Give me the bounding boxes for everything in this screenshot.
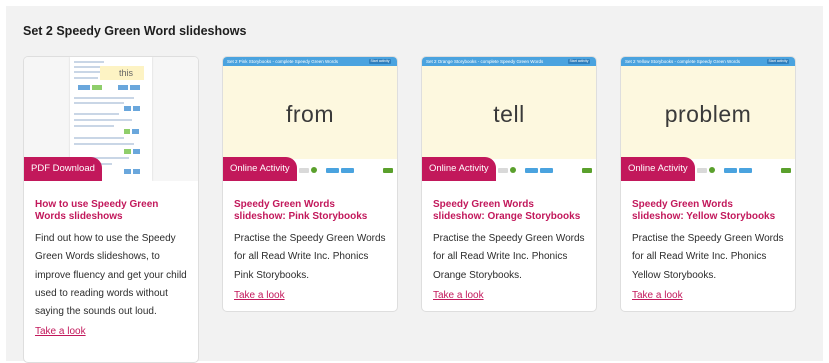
take-a-look-link[interactable]: Take a look	[234, 288, 285, 304]
take-a-look-link[interactable]: Take a look	[632, 288, 683, 304]
card-description: Find out how to use the Speedy Green Wor…	[35, 233, 187, 318]
card-yellow-storybooks[interactable]: Set 2 Yellow Storybooks - complete Speed…	[620, 56, 796, 312]
card-orange-storybooks[interactable]: Set 2 Orange Storybooks - complete Speed…	[421, 56, 597, 312]
card-title[interactable]: Speedy Green Words slideshow: Yellow Sto…	[632, 199, 785, 222]
online-activity-badge: Online Activity	[223, 157, 297, 181]
card-description: Practise the Speedy Green Words for all …	[632, 233, 784, 281]
card-title[interactable]: How to use Speedy Green Words slideshows	[35, 199, 188, 222]
card-pink-storybooks[interactable]: Set 2 Pink Storybooks - complete Speedy …	[222, 56, 398, 312]
card-description: Practise the Speedy Green Words for all …	[433, 233, 585, 281]
slide-word: problem	[664, 101, 752, 127]
card-title[interactable]: Speedy Green Words slideshow: Pink Story…	[234, 199, 387, 222]
card-description: Practise the Speedy Green Words for all …	[234, 233, 386, 281]
take-a-look-link[interactable]: Take a look	[35, 324, 86, 340]
pdf-download-badge: PDF Download	[24, 157, 102, 181]
slideshow-preview-thumbnail[interactable]: Set 2 Orange Storybooks - complete Speed…	[422, 57, 596, 181]
start-activity-button-preview: Start activity	[767, 59, 789, 64]
card-title[interactable]: Speedy Green Words slideshow: Orange Sto…	[433, 199, 586, 222]
online-activity-badge: Online Activity	[621, 157, 695, 181]
start-activity-button-preview: Start activity	[568, 59, 590, 64]
slideshow-preview-thumbnail[interactable]: Set 2 Pink Storybooks - complete Speedy …	[223, 57, 397, 181]
slide-word: from	[286, 101, 334, 127]
online-activity-badge: Online Activity	[422, 157, 496, 181]
section-title: Set 2 Speedy Green Word slideshows	[23, 24, 247, 38]
card-how-to-use[interactable]: this PDF Download How to use Speedy Gree…	[23, 56, 199, 363]
pdf-preview-thumbnail[interactable]: this PDF Download	[24, 57, 198, 181]
start-activity-button-preview: Start activity	[369, 59, 391, 64]
pdf-preview-word: this	[119, 68, 134, 78]
slideshow-preview-thumbnail[interactable]: Set 2 Yellow Storybooks - complete Speed…	[621, 57, 795, 181]
slide-word: tell	[493, 101, 525, 127]
take-a-look-link[interactable]: Take a look	[433, 288, 484, 304]
